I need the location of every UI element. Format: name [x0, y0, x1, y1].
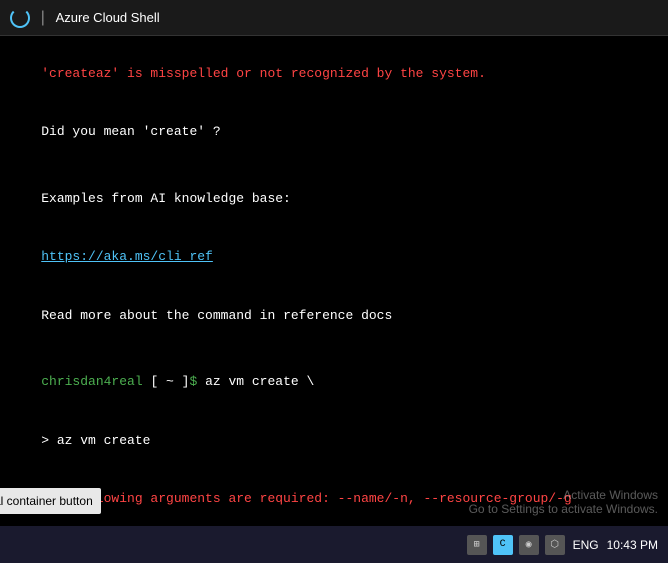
- prompt-line-1: chrisdan4real [ ~ ]$ az vm create \: [10, 353, 658, 412]
- error-line: 'createaz' is misspelled or not recogniz…: [10, 44, 658, 103]
- read-more-1: Read more about the command in reference…: [10, 286, 658, 345]
- taskbar-app-icon-3[interactable]: ◉: [519, 535, 539, 555]
- refresh-icon[interactable]: [10, 8, 30, 28]
- tooltip-box: Terminal container button: [0, 488, 101, 514]
- taskbar-time: 10:43 PM: [607, 538, 658, 552]
- examples-label-1: Examples from AI knowledge base:: [10, 169, 658, 228]
- cli-link-1[interactable]: https://aka.ms/cli_ref: [10, 228, 658, 287]
- taskbar-right: ENG 10:43 PM: [573, 538, 658, 552]
- taskbar-app-icon-1[interactable]: ⊞: [467, 535, 487, 555]
- args-error-line: the following arguments are required: --…: [10, 470, 658, 527]
- terminal[interactable]: 'createaz' is misspelled or not recogniz…: [0, 36, 668, 526]
- taskbar-app-icon-2[interactable]: C: [493, 535, 513, 555]
- did-you-mean-line: Did you mean 'create' ?: [10, 103, 658, 162]
- taskbar-lang: ENG: [573, 538, 599, 552]
- taskbar: ⊞ C ◉ ⬡ ENG 10:43 PM: [0, 526, 668, 563]
- window-title: Azure Cloud Shell: [56, 10, 160, 25]
- taskbar-app-icon-4[interactable]: ⬡: [545, 535, 565, 555]
- taskbar-icons: ⊞ C ◉ ⬡: [467, 535, 565, 555]
- cmd-line: > az vm create: [10, 411, 658, 470]
- title-bar: | Azure Cloud Shell: [0, 0, 668, 36]
